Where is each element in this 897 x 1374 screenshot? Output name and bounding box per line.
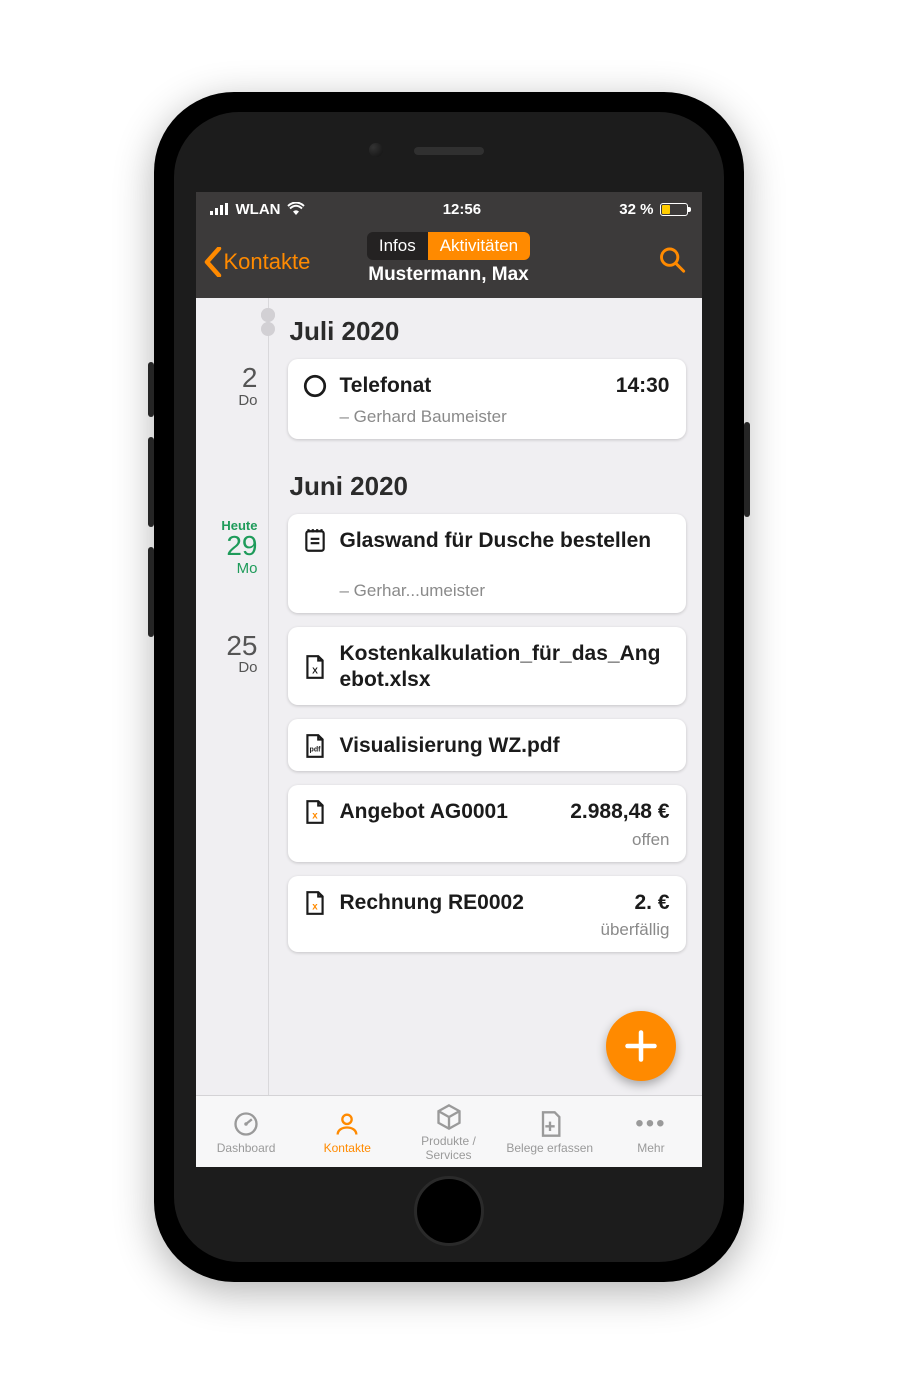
battery-pct: 32 %	[619, 201, 653, 218]
svg-text:X: X	[312, 665, 318, 675]
date-num: 25	[196, 631, 258, 662]
screen: WLAN 12:56 32 % Kontakte	[196, 192, 702, 1167]
plus-icon	[623, 1028, 659, 1064]
date-col: Heute 29 Mo	[196, 514, 272, 577]
device-frame: WLAN 12:56 32 % Kontakte	[154, 92, 744, 1282]
wifi-icon	[287, 202, 305, 216]
date-col: 2 Do	[196, 359, 272, 409]
tab-label: Produkte / Services	[421, 1134, 476, 1162]
seg-activities[interactable]: Aktivitäten	[428, 232, 530, 260]
item-author: – Gerhar...umeister	[302, 555, 670, 601]
list-item[interactable]: Heute 29 Mo Glaswand für Dusche bestelle…	[196, 514, 702, 612]
home-button[interactable]	[414, 1176, 484, 1246]
tab-label: Dashboard	[217, 1141, 276, 1155]
search-button[interactable]	[658, 246, 686, 279]
search-icon	[658, 246, 686, 274]
timeline-line	[268, 298, 269, 1095]
item-status: überfällig	[302, 916, 670, 940]
tab-label: Belege erfassen	[506, 1141, 593, 1155]
date-weekday: Do	[196, 659, 258, 676]
date-num: 2	[196, 363, 258, 394]
receipt-icon	[499, 1109, 600, 1139]
date-num: 29	[196, 531, 258, 562]
page-title: Mustermann, Max	[299, 264, 599, 286]
file-pdf-icon: pdf	[302, 733, 328, 759]
wlan-label: WLAN	[236, 201, 281, 218]
item-title: Telefonat	[340, 373, 604, 399]
section-june: Juni 2020	[196, 453, 702, 514]
back-label: Kontakte	[224, 249, 311, 275]
nav-header: Kontakte Infos Aktivitäten Mustermann, M…	[196, 226, 702, 298]
tab-mehr[interactable]: ••• Mehr	[600, 1109, 701, 1155]
file-offer-icon: x	[302, 799, 328, 825]
file-invoice-icon: x	[302, 890, 328, 916]
item-author: – Gerhard Baumeister	[302, 399, 670, 427]
item-amount: 2.988,48 €	[570, 800, 669, 824]
activity-list[interactable]: Juli 2020 2 Do Telefonat 14:30	[196, 298, 702, 1095]
svg-text:x: x	[312, 901, 318, 912]
item-title: Kostenkalkulation_für_das_Angebot.xlsx	[340, 641, 670, 694]
battery-icon	[660, 203, 688, 216]
item-title: Rechnung RE0002	[340, 890, 623, 916]
gauge-icon	[196, 1109, 297, 1139]
tab-produkte[interactable]: Produkte / Services	[398, 1102, 499, 1162]
box-icon	[398, 1102, 499, 1132]
file-xlsx-icon: X	[302, 654, 328, 680]
date-col: 25 Do	[196, 627, 272, 677]
svg-text:pdf: pdf	[309, 747, 321, 754]
tab-kontakte[interactable]: Kontakte	[297, 1109, 398, 1155]
date-weekday: Do	[196, 392, 258, 409]
list-item[interactable]: 2 Do Telefonat 14:30 – Gerhard Baumeiste…	[196, 359, 702, 439]
list-item[interactable]: pdf Visualisierung WZ.pdf	[196, 719, 702, 771]
segmented-control[interactable]: Infos Aktivitäten	[367, 232, 530, 260]
tab-bar: Dashboard Kontakte Produkte / Services B…	[196, 1095, 702, 1167]
item-amount: 2. €	[634, 891, 669, 915]
seg-infos[interactable]: Infos	[367, 232, 428, 260]
tab-label: Kontakte	[324, 1141, 371, 1155]
item-title: Glaswand für Dusche bestellen	[340, 528, 670, 554]
note-icon	[302, 528, 328, 554]
more-icon: •••	[635, 1109, 666, 1139]
tab-belege[interactable]: Belege erfassen	[499, 1109, 600, 1155]
item-title: Visualisierung WZ.pdf	[340, 733, 670, 759]
add-button[interactable]	[606, 1011, 676, 1081]
list-item[interactable]: x Rechnung RE0002 2. € überfällig	[196, 876, 702, 952]
timeline-dot	[264, 322, 272, 330]
item-time: 14:30	[616, 374, 670, 398]
tab-dashboard[interactable]: Dashboard	[196, 1109, 297, 1155]
person-icon	[297, 1109, 398, 1139]
back-button[interactable]: Kontakte	[204, 247, 311, 277]
item-status: offen	[302, 826, 670, 850]
call-icon	[302, 373, 328, 399]
signal-icon	[210, 203, 230, 215]
timeline-dot	[261, 308, 275, 322]
list-item[interactable]: 25 Do X Kostenkalkulation_für_das_Angebo…	[196, 627, 702, 706]
status-bar: WLAN 12:56 32 %	[196, 192, 702, 226]
svg-text:x: x	[312, 811, 318, 822]
list-item[interactable]: x Angebot AG0001 2.988,48 € offen	[196, 785, 702, 861]
date-weekday: Mo	[196, 560, 258, 577]
item-title: Angebot AG0001	[340, 799, 559, 825]
chevron-left-icon	[204, 247, 222, 277]
tab-label: Mehr	[637, 1141, 664, 1155]
status-time: 12:56	[305, 201, 620, 218]
